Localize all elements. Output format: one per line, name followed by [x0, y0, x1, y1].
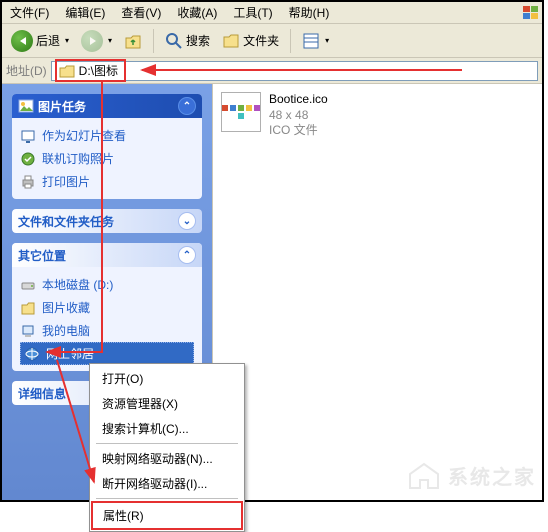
cm-properties[interactable]: 属性(R) [93, 503, 241, 528]
menu-file[interactable]: 文件(F) [2, 2, 57, 23]
panel-file-folder-tasks: 文件和文件夹任务 ⌄ [12, 209, 202, 233]
panel-header[interactable]: 图片任务 ⌃ [12, 94, 202, 118]
address-field[interactable]: D:\图标 [51, 61, 538, 81]
ico-file-icon [221, 92, 261, 132]
search-button[interactable]: 搜索 [160, 29, 215, 53]
network-icon [24, 346, 40, 362]
forward-button[interactable]: ▾ [76, 27, 117, 55]
folders-icon [222, 32, 240, 50]
cm-separator [96, 498, 238, 499]
cm-highlight-annotation: 属性(R) [91, 501, 243, 530]
folder-content[interactable]: Bootice.ico 48 x 48 ICO 文件 [212, 84, 542, 500]
menu-view[interactable]: 查看(V) [113, 2, 169, 23]
panel-other-places: 其它位置 ⌃ 本地磁盘 (D:) 图片收藏 我的电脑 [12, 243, 202, 371]
chevron-down-icon: ▾ [65, 36, 69, 45]
file-meta: Bootice.ico 48 x 48 ICO 文件 [269, 92, 328, 139]
client-area: 图片任务 ⌃ 作为幻灯片查看 联机订购照片 打印图片 [2, 84, 542, 500]
collapse-icon[interactable]: ⌃ [178, 246, 196, 264]
toolbar: 后退 ▾ ▾ 搜索 文件夹 ▾ [2, 24, 542, 58]
file-item[interactable]: Bootice.ico 48 x 48 ICO 文件 [221, 92, 534, 139]
task-local-disk[interactable]: 本地磁盘 (D:) [20, 273, 194, 296]
print-icon [20, 174, 36, 190]
up-folder-icon [124, 32, 142, 50]
drive-icon [20, 277, 36, 293]
menu-tools[interactable]: 工具(T) [225, 2, 280, 23]
collapse-icon[interactable]: ⌃ [178, 97, 196, 115]
up-button[interactable] [119, 29, 147, 53]
file-type: ICO 文件 [269, 123, 328, 139]
computer-icon [20, 323, 36, 339]
task-order-prints[interactable]: 联机订购照片 [20, 147, 194, 170]
slideshow-icon [20, 128, 36, 144]
task-picture-collection[interactable]: 图片收藏 [20, 296, 194, 319]
task-slideshow[interactable]: 作为幻灯片查看 [20, 124, 194, 147]
cm-map-network-drive[interactable]: 映射网络驱动器(N)... [92, 446, 242, 471]
house-icon [406, 460, 442, 490]
cm-explorer[interactable]: 资源管理器(X) [92, 391, 242, 416]
forward-arrow-icon [81, 30, 103, 52]
search-icon [165, 32, 183, 50]
address-bar: 地址(D) D:\图标 [2, 58, 542, 84]
folder-icon [59, 64, 75, 78]
panel-header[interactable]: 文件和文件夹任务 ⌄ [12, 209, 202, 233]
pictures-icon [20, 300, 36, 316]
address-path: D:\图标 [79, 62, 118, 79]
file-name: Bootice.ico [269, 92, 328, 108]
toolbar-separator [153, 29, 154, 53]
menubar: 文件(F) 编辑(E) 查看(V) 收藏(A) 工具(T) 帮助(H) [2, 2, 542, 24]
watermark: 系统之家 [406, 460, 536, 490]
panel-header[interactable]: 其它位置 ⌃ [12, 243, 202, 267]
cm-separator [96, 443, 238, 444]
address-label: 地址(D) [6, 62, 47, 79]
order-prints-icon [20, 151, 36, 167]
pictures-icon [18, 99, 34, 113]
context-menu: 打开(O) 资源管理器(X) 搜索计算机(C)... 映射网络驱动器(N)...… [89, 363, 245, 532]
file-dimensions: 48 x 48 [269, 108, 328, 124]
cm-disconnect-network-drive[interactable]: 断开网络驱动器(I)... [92, 471, 242, 496]
menu-favorites[interactable]: 收藏(A) [169, 2, 225, 23]
cm-open[interactable]: 打开(O) [92, 366, 242, 391]
task-print[interactable]: 打印图片 [20, 170, 194, 193]
back-button[interactable]: 后退 ▾ [6, 27, 74, 55]
task-network-neighborhood[interactable]: 网上邻居 [20, 342, 194, 365]
address-highlight-annotation: D:\图标 [55, 59, 126, 82]
panel-picture-tasks: 图片任务 ⌃ 作为幻灯片查看 联机订购照片 打印图片 [12, 94, 202, 199]
expand-icon[interactable]: ⌄ [178, 212, 196, 230]
menu-edit[interactable]: 编辑(E) [57, 2, 113, 23]
chevron-down-icon: ▾ [325, 36, 329, 45]
windows-flag-icon [520, 4, 542, 22]
views-icon [302, 32, 320, 50]
chevron-down-icon: ▾ [108, 36, 112, 45]
task-my-computer[interactable]: 我的电脑 [20, 319, 194, 342]
back-arrow-icon [11, 30, 33, 52]
cm-search-computer[interactable]: 搜索计算机(C)... [92, 416, 242, 441]
menu-help[interactable]: 帮助(H) [281, 2, 338, 23]
views-button[interactable]: ▾ [297, 29, 334, 53]
folders-button[interactable]: 文件夹 [217, 29, 284, 53]
toolbar-separator [290, 29, 291, 53]
